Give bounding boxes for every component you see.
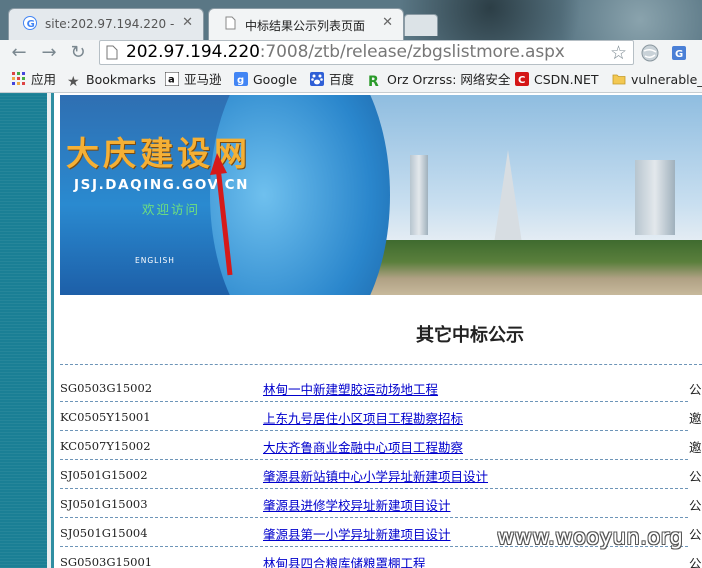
browser-toolbar: ← → ↻ 202.97.194.220:7008/ztb/release/zb… bbox=[0, 40, 702, 67]
announcement-type: 公 bbox=[689, 382, 702, 397]
project-code: SJ0501G15003 bbox=[60, 497, 148, 511]
forward-arrow-icon[interactable]: → bbox=[38, 42, 60, 64]
left-decorative-strip bbox=[0, 93, 47, 568]
title-divider bbox=[60, 364, 702, 365]
announcement-type: 公 bbox=[689, 556, 702, 568]
bookmark-bookmarks[interactable]: ★ Bookmarks bbox=[67, 70, 156, 90]
list-item: KC0505Y15001 上东九号居住小区项目工程勘察招标 邀 bbox=[60, 402, 702, 431]
tab-active-page[interactable]: 中标结果公示列表页面 ✕ bbox=[208, 8, 404, 40]
announcement-type: 公 bbox=[689, 527, 702, 542]
bookmark-baidu[interactable]: 百度 bbox=[310, 70, 354, 90]
bookmark-star-icon[interactable]: ☆ bbox=[610, 41, 627, 65]
apps-grid-icon bbox=[12, 72, 25, 85]
translate-extension-icon[interactable]: G bbox=[670, 43, 690, 63]
banner-building bbox=[410, 155, 428, 235]
left-strip-edge-dark bbox=[51, 93, 54, 568]
list-item: SG0503G15001 林甸县四合粮库储粮罩棚工程 公 bbox=[60, 547, 702, 568]
bookmarks-bar: 应用 ★ Bookmarks a 亚马逊 g Google 百度 R Orz Orz… bbox=[0, 67, 702, 93]
rss-icon: R bbox=[368, 74, 379, 90]
svg-text:a: a bbox=[168, 75, 175, 86]
project-code: SJ0501G15004 bbox=[60, 526, 148, 540]
tab-google-search[interactable]: G site:202.97.194.220 - Go ✕ bbox=[8, 8, 204, 40]
project-link[interactable]: 肇源县进修学校异址新建项目设计 bbox=[263, 495, 451, 514]
new-tab-button[interactable] bbox=[404, 14, 438, 36]
announcement-type: 公 bbox=[689, 469, 702, 484]
amazon-icon: a bbox=[165, 72, 179, 86]
list-item: SG0503G15002 林甸一中新建塑胶运动场地工程 公 bbox=[60, 373, 702, 402]
project-code: SJ0501G15002 bbox=[60, 468, 148, 482]
project-link[interactable]: 大庆齐鲁商业金融中心项目工程勘察 bbox=[263, 437, 463, 456]
globe-extension-icon[interactable] bbox=[640, 43, 660, 63]
csdn-icon: C bbox=[515, 72, 529, 86]
google-icon: g bbox=[234, 72, 248, 86]
reload-icon[interactable]: ↻ bbox=[67, 42, 89, 64]
folder-icon bbox=[612, 74, 626, 85]
page-icon bbox=[225, 16, 236, 30]
svg-text:G: G bbox=[675, 49, 683, 60]
page-content: 大庆建设网 JSJ.DAQING.GOV.CN 欢迎访问 ENGLISH 其它中… bbox=[0, 93, 702, 568]
tab-strip: G site:202.97.194.220 - Go ✕ 中标结果公示列表页面 … bbox=[0, 0, 702, 40]
svg-text:G: G bbox=[27, 19, 35, 30]
svg-text:g: g bbox=[237, 75, 244, 86]
watermark: www.wooyun.org bbox=[497, 525, 684, 549]
address-bar[interactable]: 202.97.194.220:7008/ztb/release/zbgslist… bbox=[99, 40, 634, 65]
project-code: KC0505Y15001 bbox=[60, 410, 151, 424]
bookmark-folder-vulnerable[interactable]: vulnerable_s bbox=[612, 70, 702, 90]
tab-title: 中标结果公示列表页面 bbox=[245, 19, 366, 33]
svg-text:C: C bbox=[518, 75, 525, 86]
red-annotation-arrow bbox=[210, 153, 233, 276]
project-link[interactable]: 肇源县第一小学异址新建项目设计 bbox=[263, 524, 451, 543]
google-icon: G bbox=[23, 16, 37, 30]
bookmark-csdn[interactable]: C CSDN.NET bbox=[515, 70, 599, 90]
tab-title: site:202.97.194.220 - Go bbox=[45, 17, 175, 31]
tab-close-icon[interactable]: ✕ bbox=[182, 15, 193, 30]
project-link[interactable]: 林甸一中新建塑胶运动场地工程 bbox=[263, 379, 438, 398]
site-banner: 大庆建设网 JSJ.DAQING.GOV.CN 欢迎访问 ENGLISH bbox=[60, 95, 702, 295]
banner-building bbox=[635, 160, 675, 235]
page-icon bbox=[106, 45, 118, 60]
list-item: SJ0501G15003 肇源县进修学校异址新建项目设计 公 bbox=[60, 489, 702, 518]
project-code: SG0503G15002 bbox=[60, 381, 153, 395]
project-link[interactable]: 林甸县四合粮库储粮罩棚工程 bbox=[263, 553, 426, 568]
announcement-type: 邀 bbox=[689, 411, 702, 426]
bookmark-google[interactable]: g Google bbox=[234, 70, 297, 90]
baidu-paw-icon bbox=[310, 72, 324, 86]
star-icon: ★ bbox=[67, 74, 80, 90]
bookmark-apps[interactable]: 应用 bbox=[12, 70, 56, 90]
project-link[interactable]: 肇源县新站镇中心小学异址新建项目设计 bbox=[263, 466, 488, 485]
page-title: 其它中标公示 bbox=[416, 325, 524, 346]
announcement-type: 公 bbox=[689, 498, 702, 513]
announcement-type: 邀 bbox=[689, 440, 702, 455]
back-arrow-icon[interactable]: ← bbox=[8, 42, 30, 64]
list-item: KC0507Y15002 大庆齐鲁商业金融中心项目工程勘察 邀 bbox=[60, 431, 702, 460]
bookmark-amazon[interactable]: a 亚马逊 bbox=[165, 70, 222, 90]
bookmark-orzrss[interactable]: R Orz Orzrss: 网络安全 bbox=[368, 70, 510, 90]
project-code: KC0507Y15002 bbox=[60, 439, 151, 453]
url-text[interactable]: 202.97.194.220:7008/ztb/release/zbgslist… bbox=[126, 42, 565, 62]
project-link[interactable]: 上东九号居住小区项目工程勘察招标 bbox=[263, 408, 463, 427]
project-code: SG0503G15001 bbox=[60, 555, 153, 568]
list-item: SJ0501G15002 肇源县新站镇中心小学异址新建项目设计 公 bbox=[60, 460, 702, 489]
tab-close-icon[interactable]: ✕ bbox=[382, 15, 393, 30]
